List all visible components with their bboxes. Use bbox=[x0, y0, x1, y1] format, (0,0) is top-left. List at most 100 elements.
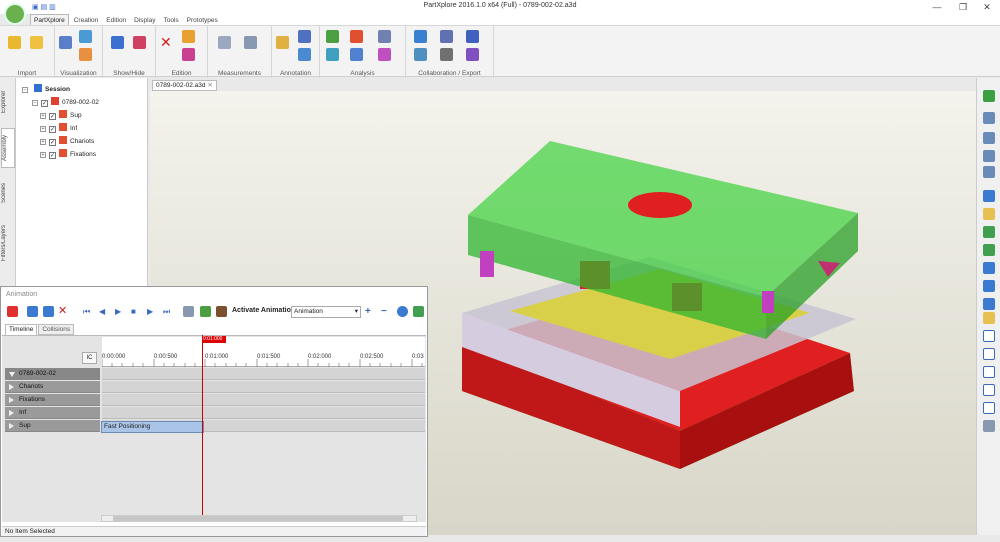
zoom-in-icon[interactable] bbox=[983, 150, 995, 162]
time-ruler[interactable]: 0:00:000 0:00:500 0:01:000 0:01:500 0:02… bbox=[102, 337, 425, 367]
view-top-icon[interactable] bbox=[983, 226, 995, 238]
move-icon[interactable] bbox=[182, 30, 195, 43]
side-tab-filters-layers[interactable]: Filters/Layers bbox=[1, 220, 15, 266]
first-frame-icon[interactable]: ⏮ bbox=[83, 306, 94, 317]
timeline-track[interactable] bbox=[102, 381, 425, 393]
view-left-icon[interactable] bbox=[983, 262, 995, 274]
print-icon[interactable] bbox=[440, 48, 453, 61]
publish-icon[interactable] bbox=[414, 48, 427, 61]
tree-item-sup[interactable]: + ✓ Sup bbox=[40, 110, 82, 122]
power-icon[interactable] bbox=[7, 306, 18, 317]
timeline-row-sup[interactable]: Sup bbox=[5, 420, 100, 432]
expand-arrow-icon[interactable] bbox=[9, 384, 14, 390]
stop-icon[interactable]: ■ bbox=[131, 306, 142, 317]
close-tab-icon[interactable]: ✕ bbox=[207, 82, 212, 89]
tree-item-inf[interactable]: + ✓ Inf bbox=[40, 123, 77, 135]
measure-icon[interactable] bbox=[244, 36, 257, 49]
compare-icon[interactable] bbox=[378, 30, 391, 43]
view-front-icon[interactable] bbox=[983, 208, 995, 220]
tree-item-chariots[interactable]: + ✓ Chariots bbox=[40, 136, 94, 148]
layout-single-icon[interactable] bbox=[983, 330, 995, 342]
zoom-timeline-icon[interactable] bbox=[183, 306, 194, 317]
play-icon[interactable]: ▶ bbox=[115, 306, 126, 317]
layout-split-vertical-icon[interactable] bbox=[983, 348, 995, 360]
analysis-icon[interactable] bbox=[326, 30, 339, 43]
checkbox[interactable]: ✓ bbox=[49, 113, 56, 120]
render-icon[interactable] bbox=[79, 48, 92, 61]
pan-icon[interactable] bbox=[983, 312, 995, 324]
draft-icon[interactable] bbox=[350, 48, 363, 61]
activate-animation-icon[interactable] bbox=[216, 306, 227, 317]
layout-grid-icon[interactable] bbox=[983, 402, 995, 414]
expand-arrow-icon[interactable] bbox=[9, 410, 14, 416]
collapse-arrow-icon[interactable] bbox=[9, 372, 15, 377]
share-icon[interactable] bbox=[414, 30, 427, 43]
timeline-track[interactable] bbox=[102, 394, 425, 406]
timeline-row-chariots[interactable]: Chariots bbox=[5, 381, 100, 393]
explode-icon[interactable] bbox=[200, 306, 211, 317]
orientation-cube-icon[interactable] bbox=[983, 90, 995, 102]
expand-icon[interactable]: + bbox=[40, 139, 46, 145]
expand-arrow-icon[interactable] bbox=[9, 423, 14, 429]
add-step-icon[interactable] bbox=[27, 306, 38, 317]
magnifier-icon[interactable] bbox=[983, 420, 995, 432]
edit-step-icon[interactable] bbox=[43, 306, 54, 317]
checkbox[interactable]: ✓ bbox=[49, 126, 56, 133]
tree-item-fixations[interactable]: + ✓ Fixations bbox=[40, 149, 96, 161]
expand-icon[interactable]: + bbox=[40, 126, 46, 132]
checkbox[interactable]: ✓ bbox=[49, 139, 56, 146]
volume-icon[interactable] bbox=[326, 48, 339, 61]
timeline-row-fixations[interactable]: Fixations bbox=[5, 394, 100, 406]
last-frame-icon[interactable]: ⏭ bbox=[163, 306, 174, 317]
scrollbar-thumb[interactable] bbox=[113, 516, 403, 521]
tree-item-model[interactable]: − ✓ 0789-002-02 bbox=[32, 97, 99, 109]
flag-icon[interactable] bbox=[298, 30, 311, 43]
tab-collisions[interactable]: Collisions bbox=[38, 324, 75, 335]
timeline-row-root[interactable]: 0789-002-02 bbox=[5, 368, 100, 380]
section-icon[interactable] bbox=[350, 30, 363, 43]
expand-arrow-icon[interactable] bbox=[9, 397, 14, 403]
view-iso-icon[interactable] bbox=[983, 190, 995, 202]
transform-icon[interactable] bbox=[182, 48, 195, 61]
quick-access-toolbar[interactable]: ▣ ▤ ▥ bbox=[32, 3, 56, 11]
layout-split-horizontal-icon[interactable] bbox=[983, 366, 995, 378]
close-button[interactable]: ✕ bbox=[974, 0, 1000, 14]
zoom-window-icon[interactable] bbox=[983, 132, 995, 144]
next-frame-icon[interactable]: ▶ bbox=[147, 306, 158, 317]
tab-timeline[interactable]: Timeline bbox=[5, 324, 38, 335]
time-cursor[interactable] bbox=[202, 335, 203, 517]
collapse-icon[interactable]: − bbox=[32, 100, 38, 106]
thickness-icon[interactable] bbox=[378, 48, 391, 61]
annotation-icon[interactable] bbox=[276, 36, 289, 49]
delete-icon[interactable]: ✕ bbox=[160, 35, 173, 49]
checkbox[interactable]: ✓ bbox=[41, 100, 48, 107]
activate-animation-button[interactable]: Activate Animation bbox=[232, 307, 295, 314]
show-icon[interactable] bbox=[111, 36, 124, 49]
checkbox[interactable]: ✓ bbox=[49, 152, 56, 159]
side-tab-scenes[interactable]: Scenes bbox=[1, 178, 15, 208]
hide-icon[interactable] bbox=[133, 36, 146, 49]
email-icon[interactable] bbox=[466, 48, 479, 61]
side-tab-assembly[interactable]: Assembly bbox=[1, 128, 15, 168]
export-video-icon[interactable] bbox=[413, 306, 424, 317]
document-tab[interactable]: 0789-002-02.a3d ✕ bbox=[152, 80, 217, 91]
info-icon[interactable] bbox=[397, 306, 408, 317]
animation-clip-fast-positioning[interactable]: Fast Positioning bbox=[101, 421, 204, 433]
side-tab-explorer[interactable]: Explorer bbox=[1, 84, 15, 120]
tab-partxplore[interactable]: PartXplore bbox=[30, 14, 69, 25]
tree-item-session[interactable]: − Session bbox=[22, 84, 70, 96]
zoom-out-icon[interactable] bbox=[983, 166, 995, 178]
minimize-button[interactable]: — bbox=[924, 0, 950, 14]
timeline-track[interactable] bbox=[102, 368, 425, 380]
delete-step-icon[interactable]: ✕ bbox=[58, 306, 69, 317]
timeline-track[interactable] bbox=[102, 407, 425, 419]
text-icon[interactable] bbox=[298, 48, 311, 61]
minus-icon[interactable]: − bbox=[381, 306, 392, 317]
collapse-icon[interactable]: − bbox=[22, 87, 28, 93]
app-logo-icon[interactable] bbox=[4, 3, 26, 25]
import-folder-icon[interactable] bbox=[30, 36, 43, 49]
ic-button[interactable]: IC bbox=[82, 352, 97, 364]
previous-frame-icon[interactable]: ◀ bbox=[99, 306, 110, 317]
timeline-row-inf[interactable]: Inf bbox=[5, 407, 100, 419]
zoom-fit-icon[interactable] bbox=[983, 112, 995, 124]
